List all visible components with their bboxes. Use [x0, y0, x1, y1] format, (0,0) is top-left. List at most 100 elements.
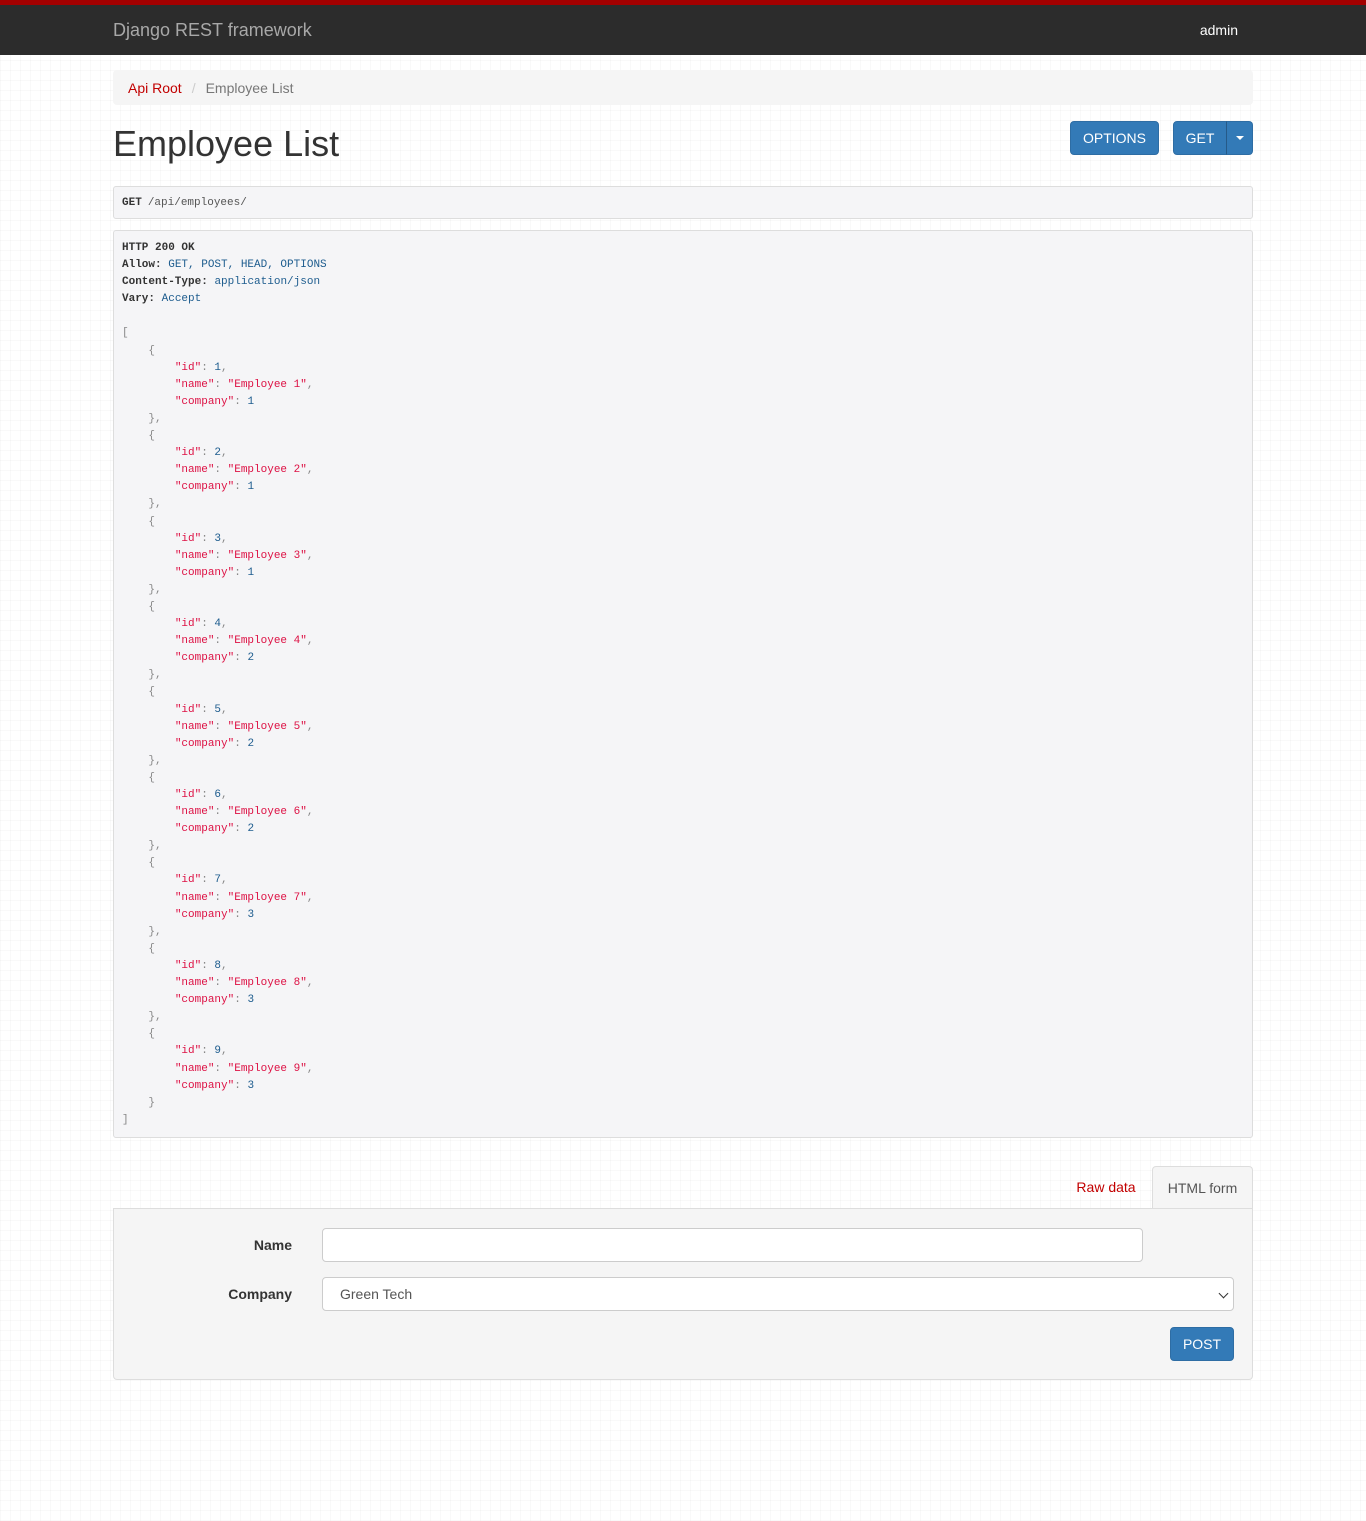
get-button[interactable]: GET — [1173, 121, 1227, 155]
json-brace: { — [148, 942, 156, 955]
json-brace: { — [148, 1028, 156, 1041]
json-key: "name" — [174, 635, 215, 648]
json-key: "name" — [174, 1062, 215, 1075]
json-brace: } — [148, 1096, 156, 1109]
json-colon: : — [201, 874, 215, 887]
json-key: "id" — [174, 874, 202, 887]
json-bracket: ] — [122, 1113, 129, 1126]
company-select[interactable]: Green Tech — [322, 1277, 1234, 1311]
json-key: "company" — [174, 652, 235, 665]
tab-html-form[interactable]: HTML form — [1152, 1166, 1253, 1208]
json-key: "name" — [174, 378, 215, 391]
json-key: "name" — [174, 891, 215, 904]
json-comma: , — [306, 378, 314, 391]
json-key: "name" — [174, 977, 215, 990]
tab-raw-data[interactable]: Raw data — [1061, 1166, 1151, 1208]
json-value: "Employee 2" — [227, 464, 307, 477]
company-label: Company — [228, 1286, 292, 1302]
json-brace: { — [148, 344, 156, 357]
json-value: 2 — [247, 737, 255, 750]
json-comma: , — [221, 789, 228, 801]
json-colon: : — [234, 1079, 248, 1092]
json-brace: }, — [148, 925, 162, 938]
json-colon: : — [201, 532, 215, 545]
brand-link[interactable]: Django REST framework — [113, 20, 312, 41]
json-comma: , — [221, 361, 228, 374]
json-key: "company" — [174, 994, 235, 1007]
response-header-value: Accept — [161, 293, 202, 306]
json-colon: : — [234, 908, 248, 921]
response-header-key: Allow: — [122, 259, 162, 272]
json-value: "Employee 1" — [227, 378, 307, 391]
json-brace: }, — [148, 1011, 162, 1024]
json-brace: { — [148, 857, 156, 870]
json-value: "Employee 8" — [227, 977, 307, 990]
main-container: Api Root / Employee List Employee List O… — [113, 55, 1253, 1380]
json-value: 3 — [247, 908, 255, 921]
json-key: "id" — [174, 703, 202, 716]
json-brace: { — [148, 686, 156, 699]
json-colon: : — [234, 737, 248, 750]
json-comma: , — [306, 977, 314, 990]
json-comma: , — [306, 464, 314, 477]
json-key: "name" — [174, 464, 215, 477]
json-key: "company" — [174, 566, 235, 579]
json-brace: { — [148, 600, 156, 613]
json-comma: , — [221, 618, 228, 631]
json-colon: : — [214, 378, 228, 391]
user-menu[interactable]: admin — [1200, 22, 1238, 38]
chevron-down-icon — [1218, 1288, 1229, 1299]
json-key: "id" — [174, 361, 202, 374]
json-colon: : — [214, 891, 228, 904]
json-key: "id" — [174, 618, 202, 631]
json-value: 2 — [247, 823, 255, 836]
post-button[interactable]: POST — [1170, 1327, 1234, 1361]
caret-down-icon — [1235, 136, 1244, 140]
json-colon: : — [234, 823, 248, 836]
json-value: "Employee 6" — [227, 806, 307, 819]
json-colon: : — [214, 464, 228, 477]
json-value: "Employee 7" — [227, 891, 307, 904]
json-brace: { — [148, 430, 156, 443]
json-comma: , — [306, 891, 314, 904]
json-key: "id" — [174, 1045, 202, 1058]
page-title: Employee List — [113, 123, 340, 164]
json-key: "company" — [174, 1079, 235, 1092]
breadcrumb-current: Employee List — [205, 79, 294, 96]
json-colon: : — [201, 959, 215, 972]
request-path: /api/employees/ — [147, 196, 247, 209]
json-value: "Employee 9" — [227, 1062, 307, 1075]
json-colon: : — [234, 566, 248, 579]
json-key: "company" — [174, 908, 235, 921]
response-body: HTTP 200 OK Allow: GET, POST, HEAD, OPTI… — [113, 230, 1253, 1138]
breadcrumb-api-root[interactable]: Api Root — [128, 80, 182, 96]
page-header: Employee List OPTIONS GET — [113, 105, 1253, 185]
get-format-dropdown-button[interactable] — [1226, 121, 1253, 155]
options-button[interactable]: OPTIONS — [1070, 121, 1159, 155]
json-comma: , — [221, 874, 228, 887]
json-value: 3 — [247, 994, 255, 1007]
json-brace: }, — [148, 583, 162, 596]
json-value: "Employee 5" — [227, 720, 307, 733]
json-comma: , — [221, 1045, 228, 1058]
json-value: 1 — [247, 395, 255, 408]
breadcrumb: Api Root / Employee List — [113, 70, 1253, 105]
json-comma: , — [306, 806, 314, 819]
json-colon: : — [214, 977, 228, 990]
name-input[interactable] — [322, 1228, 1143, 1262]
json-key: "name" — [174, 806, 215, 819]
json-colon: : — [234, 481, 248, 494]
json-comma: , — [221, 703, 228, 716]
json-brace: }, — [148, 754, 162, 767]
json-key: "company" — [174, 823, 235, 836]
json-colon: : — [201, 447, 215, 460]
json-value: "Employee 4" — [227, 635, 307, 648]
json-brace: { — [148, 515, 156, 528]
json-colon: : — [234, 395, 248, 408]
json-comma: , — [221, 959, 228, 972]
json-colon: : — [201, 1045, 215, 1058]
json-brace: { — [148, 771, 156, 784]
form-tabs: Raw data HTML form — [113, 1166, 1253, 1208]
json-colon: : — [234, 994, 248, 1007]
json-key: "id" — [174, 959, 202, 972]
